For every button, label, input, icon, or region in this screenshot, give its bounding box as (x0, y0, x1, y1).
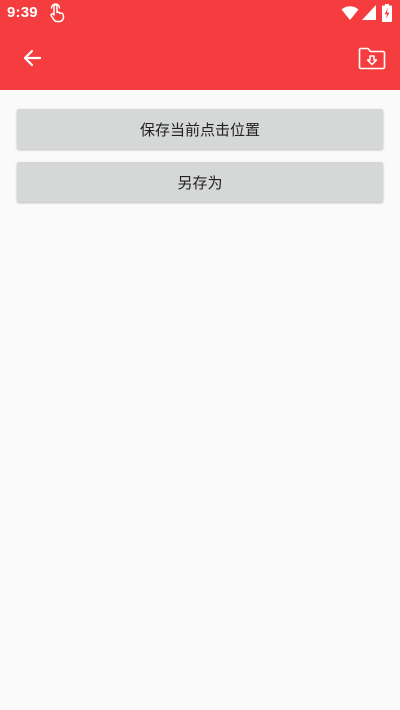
app-bar (0, 26, 400, 90)
touch-icon (50, 3, 65, 23)
back-button[interactable] (12, 38, 52, 78)
status-bar: 9:39 (0, 0, 400, 26)
status-time: 9:39 (7, 4, 38, 21)
arrow-left-icon (23, 49, 42, 67)
save-as-button[interactable]: 另存为 (17, 162, 383, 202)
battery-icon (382, 4, 392, 22)
folder-download-icon (358, 47, 386, 70)
wifi-icon (341, 6, 359, 20)
save-folder-button[interactable] (352, 38, 392, 78)
signal-icon (362, 5, 376, 20)
save-current-position-button[interactable]: 保存当前点击位置 (17, 109, 383, 149)
